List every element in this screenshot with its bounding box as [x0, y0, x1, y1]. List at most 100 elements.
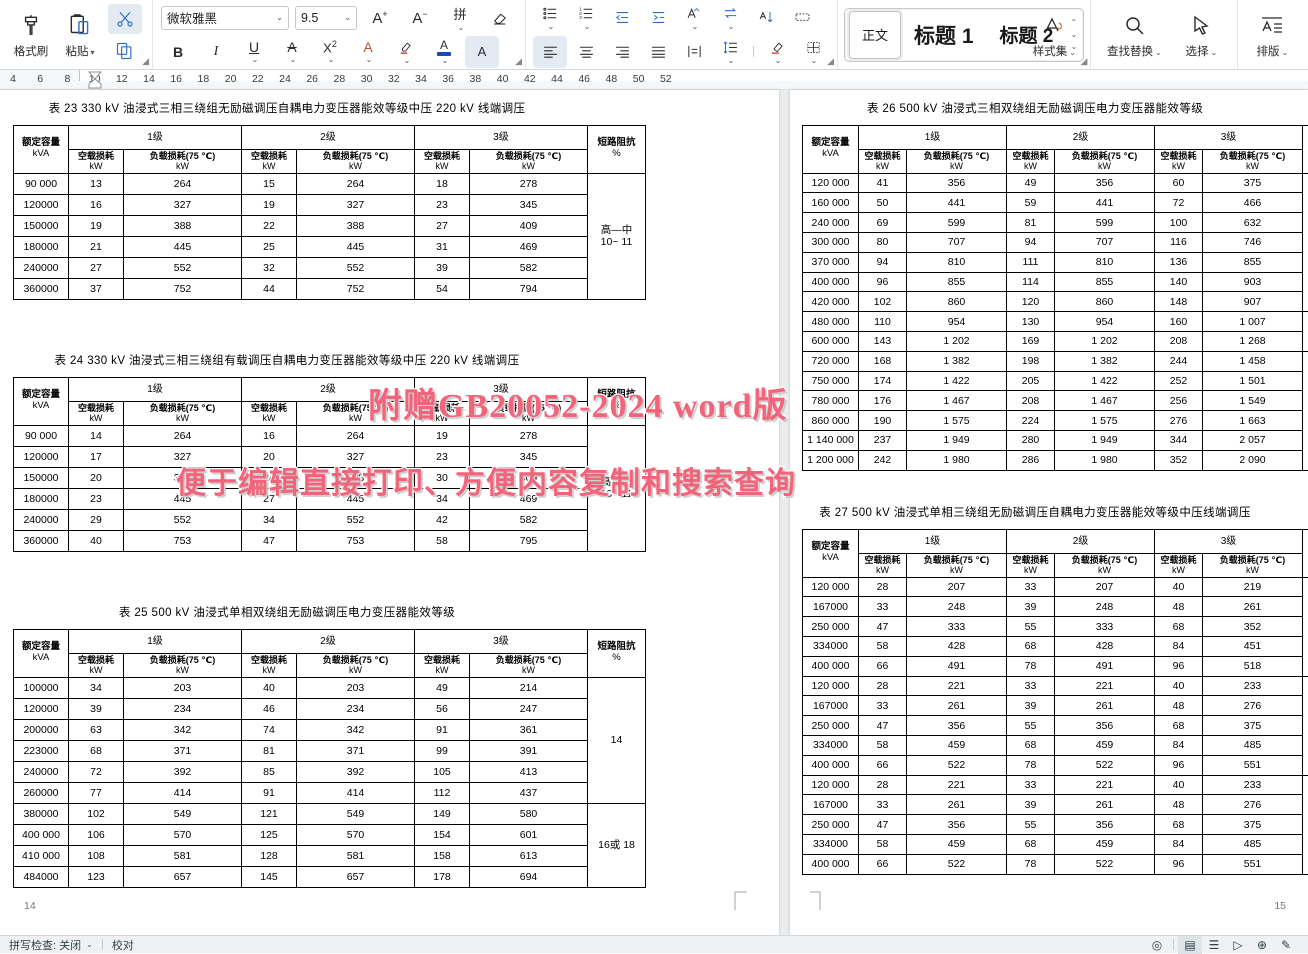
- read-mode-icon[interactable]: ◎: [1145, 936, 1169, 954]
- table-row[interactable]: 180000234452744534469: [14, 488, 646, 509]
- increase-indent-button[interactable]: [641, 2, 675, 34]
- table-row[interactable]: 120000163271932723345: [14, 194, 646, 215]
- table-row[interactable]: 120 000282073320740219高—中12高—低34~ 38中—低2…: [803, 577, 1308, 597]
- table-row[interactable]: 120000392344623456247: [14, 698, 646, 719]
- table-23[interactable]: 额定容量kVA1级2级3级短路阻抗%空载损耗kW负载损耗(75 ℃)kW空载损耗…: [13, 125, 646, 300]
- table-row[interactable]: 1 200 0002421 9802861 9803522 090: [803, 450, 1308, 470]
- paste-button[interactable]: 粘贴▾: [54, 4, 106, 66]
- table-row[interactable]: 180000214452544531469: [14, 236, 646, 257]
- cut-button[interactable]: [108, 4, 142, 34]
- font-color-button[interactable]: A ⌄: [427, 36, 461, 68]
- table-row[interactable]: 410 000108581128581158613: [14, 845, 646, 866]
- edit-pen-icon[interactable]: ✎: [1274, 936, 1298, 954]
- italic-button[interactable]: I: [199, 36, 233, 68]
- web-layout-icon[interactable]: ⊕: [1250, 936, 1274, 954]
- table-row[interactable]: 2600007741491414112437: [14, 782, 646, 803]
- table-26[interactable]: 额定容量kVA1级2级3级短路阻抗%空载损耗kW负载损耗(75 ℃)kW空载损耗…: [802, 125, 1308, 471]
- table-row[interactable]: 120000173272032723345: [14, 446, 646, 467]
- table-row[interactable]: 1 140 0002371 9492801 9493442 057: [803, 431, 1308, 451]
- table-row[interactable]: 334000584596845984485: [803, 835, 1308, 855]
- table-row[interactable]: 240000295523455242582: [14, 509, 646, 530]
- distribute-button[interactable]: [677, 36, 711, 68]
- line-spacing-button[interactable]: ⌄: [713, 36, 747, 68]
- asian-layout-button[interactable]: ⌄: [677, 2, 711, 34]
- font-dialog-launcher[interactable]: ◢: [515, 56, 522, 67]
- sort-az-button[interactable]: [749, 2, 783, 34]
- table-row[interactable]: 240 0006959981599100632: [803, 213, 1308, 233]
- chevron-down-icon[interactable]: ⌄: [86, 940, 93, 949]
- style-set-button[interactable]: 样式集⌄: [1026, 4, 1082, 66]
- styles-dialog-launcher[interactable]: ◢: [1080, 56, 1087, 67]
- style-item-heading1[interactable]: 标题 1: [901, 11, 987, 59]
- chevron-down-icon[interactable]: ▾: [90, 48, 94, 57]
- table-row[interactable]: 400 000665227852296551: [803, 854, 1308, 874]
- text-effects-button[interactable]: A⌄: [351, 36, 385, 68]
- font-name-combo[interactable]: 微软雅黑 ⌄: [161, 6, 289, 30]
- table-row[interactable]: 720 0001681 3821981 3822441 45816或 18: [803, 351, 1308, 371]
- show-marks-button[interactable]: [785, 2, 819, 34]
- table-row[interactable]: 120 00041356493566037514: [803, 173, 1308, 193]
- table-row[interactable]: 223000683718137199391: [14, 740, 646, 761]
- align-left-button[interactable]: [533, 36, 567, 68]
- table-27[interactable]: 额定容量kVA1级2级3级短路阻抗%空载损耗kW负载损耗(75 ℃)kW空载损耗…: [802, 529, 1308, 875]
- table-row[interactable]: 167000332483924848261: [803, 597, 1308, 617]
- justify-button[interactable]: [641, 36, 675, 68]
- grow-font-button[interactable]: A+: [363, 2, 397, 34]
- table-row[interactable]: 150000203882438830409: [14, 467, 646, 488]
- numbering-button[interactable]: 123⌄: [569, 2, 603, 34]
- shading-button[interactable]: ⌄: [760, 36, 794, 68]
- bullets-button[interactable]: ⌄: [533, 2, 567, 34]
- table-row[interactable]: 360000377524475254794: [14, 278, 646, 299]
- select-button[interactable]: 选择⌄: [1171, 4, 1231, 66]
- table-row[interactable]: 250 000473565535668375: [803, 815, 1308, 835]
- table-row[interactable]: 167000332613926148276: [803, 795, 1308, 815]
- clipboard-dialog-launcher[interactable]: ◢: [142, 56, 149, 67]
- phonetic-guide-button[interactable]: 拼⌄: [443, 2, 477, 34]
- table-row[interactable]: 300 0008070794707116746: [803, 233, 1308, 253]
- table-row[interactable]: 484000123657145657178694: [14, 866, 646, 887]
- proofread-button[interactable]: 校对: [103, 936, 143, 954]
- table-row[interactable]: 2400007239285392105413: [14, 761, 646, 782]
- highlight-color-button[interactable]: ⌄: [389, 36, 423, 68]
- underline-button[interactable]: U⌄: [237, 36, 271, 68]
- clear-format-button[interactable]: [483, 2, 517, 34]
- table-25[interactable]: 额定容量kVA1级2级3级短路阻抗%空载损耗kW负载损耗(75 ℃)kW空载损耗…: [13, 629, 646, 888]
- paragraph-dialog-launcher[interactable]: ◢: [827, 56, 834, 67]
- table-row[interactable]: 150000193882238827409: [14, 215, 646, 236]
- font-size-combo[interactable]: 9.5 ⌄: [295, 6, 357, 30]
- table-row[interactable]: 750 0001741 4222051 4222521 501: [803, 371, 1308, 391]
- table-row[interactable]: 90 000132641526418278高—中10~ 11: [14, 173, 646, 194]
- table-row[interactable]: 420 000102860120860148907: [803, 292, 1308, 312]
- table-row[interactable]: 370 00094810111810136855: [803, 252, 1308, 272]
- table-row[interactable]: 167000332613926148276: [803, 696, 1308, 716]
- sort-button[interactable]: ⌄: [713, 2, 747, 34]
- shrink-font-button[interactable]: A−: [403, 2, 437, 34]
- table-row[interactable]: 360000407534775358795: [14, 530, 646, 551]
- hanging-indent-marker[interactable]: [88, 79, 102, 89]
- decrease-indent-button[interactable]: [605, 2, 639, 34]
- document-page-15[interactable]: 表 26 500 kV 油浸式三相双绕组无励磁调压电力变压器能效等级额定容量kV…: [790, 90, 1308, 935]
- table-row[interactable]: 120 000282213322140233高—中12高—低42~ 46中—低2…: [803, 676, 1308, 696]
- table-row[interactable]: 480 0001109541309541601 00714或 16: [803, 312, 1308, 332]
- table-row[interactable]: 334000584286842884451: [803, 637, 1308, 657]
- table-row[interactable]: 38000010254912154914958016或 18: [14, 803, 646, 824]
- table-row[interactable]: 400 000664917849196518: [803, 656, 1308, 676]
- document-workspace[interactable]: 表 23 330 kV 油浸式三相三绕组无励磁调压自耦电力变压器能效等级中压 2…: [0, 90, 1308, 935]
- character-shading-button[interactable]: A: [465, 36, 499, 68]
- table-row[interactable]: 120 000282213322140233高—中14~ 22高—低42~ 64…: [803, 775, 1308, 795]
- table-row[interactable]: 160 000504415944172466: [803, 193, 1308, 213]
- table-24[interactable]: 额定容量kVA1级2级3级短路阻抗%空载损耗kW负载损耗(75 ℃)kW空载损耗…: [13, 377, 646, 552]
- table-row[interactable]: 240000275523255239582: [14, 257, 646, 278]
- table-row[interactable]: 860 0001901 5752241 5752761 663: [803, 411, 1308, 431]
- table-row[interactable]: 600 0001431 2021691 2022081 268: [803, 332, 1308, 352]
- superscript-button[interactable]: X2⌄: [313, 36, 347, 68]
- copy-button[interactable]: [108, 36, 142, 66]
- chevron-down-icon[interactable]: ⌄: [344, 13, 351, 22]
- align-center-button[interactable]: [569, 36, 603, 68]
- document-page-14[interactable]: 表 23 330 kV 油浸式三相三绕组无励磁调压自耦电力变压器能效等级中压 2…: [0, 90, 779, 935]
- align-right-button[interactable]: [605, 36, 639, 68]
- find-replace-button[interactable]: 查找替换⌄: [1097, 4, 1171, 66]
- table-row[interactable]: 400 000665227852296551: [803, 755, 1308, 775]
- chevron-down-icon[interactable]: ⌄: [276, 13, 283, 22]
- table-row[interactable]: 780 0001761 4672081 4672561 549: [803, 391, 1308, 411]
